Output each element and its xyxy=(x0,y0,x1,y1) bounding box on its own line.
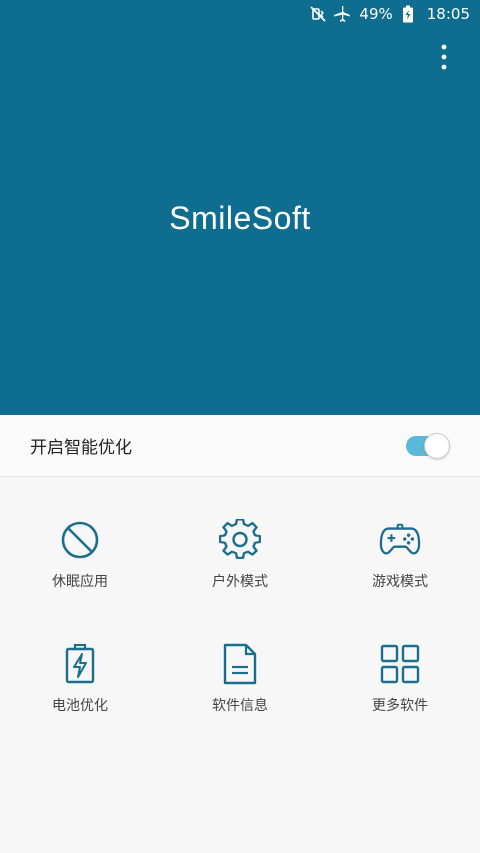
block-icon xyxy=(59,519,101,561)
battery-bolt-icon xyxy=(59,643,101,685)
feature-tile-sleep-apps[interactable]: 休眠应用 xyxy=(0,477,160,601)
clock: 18:05 xyxy=(426,5,470,23)
feature-tile-game-mode[interactable]: 游戏模式 xyxy=(320,477,480,601)
document-icon xyxy=(219,643,261,685)
feature-label: 休眠应用 xyxy=(52,574,108,590)
feature-label: 更多软件 xyxy=(372,698,428,714)
feature-tile-software-info[interactable]: 软件信息 xyxy=(160,601,320,725)
feature-grid: 休眠应用 户外模式 游戏模式 电池优化 软件信息 更多软件 xyxy=(0,477,480,853)
grid-icon xyxy=(379,643,421,685)
more-options-button[interactable] xyxy=(432,40,456,74)
battery-percent: 49% xyxy=(359,5,393,23)
smart-optimize-row[interactable]: 开启智能优化 xyxy=(0,415,480,477)
app-title: SmileSoft xyxy=(169,200,311,236)
smart-optimize-switch[interactable] xyxy=(406,432,450,459)
feature-label: 软件信息 xyxy=(212,698,268,714)
feature-label: 户外模式 xyxy=(212,574,268,590)
more-vertical-icon xyxy=(441,44,447,70)
feature-tile-outdoor-mode[interactable]: 户外模式 xyxy=(160,477,320,601)
airplane-icon xyxy=(333,5,351,23)
gamepad-icon xyxy=(379,519,421,561)
switch-thumb xyxy=(424,432,450,459)
feature-tile-more-software[interactable]: 更多软件 xyxy=(320,601,480,725)
feature-label: 游戏模式 xyxy=(372,574,428,590)
status-bar: 49% 18:05 xyxy=(0,0,480,28)
gear-icon xyxy=(219,519,261,561)
smart-optimize-label: 开启智能优化 xyxy=(30,438,132,458)
battery-charging-icon xyxy=(399,5,417,23)
feature-label: 电池优化 xyxy=(52,698,108,714)
header-hero: 49% 18:05 SmileSoft xyxy=(0,0,480,415)
mute-vibrate-icon xyxy=(309,5,327,23)
feature-tile-battery-optimize[interactable]: 电池优化 xyxy=(0,601,160,725)
